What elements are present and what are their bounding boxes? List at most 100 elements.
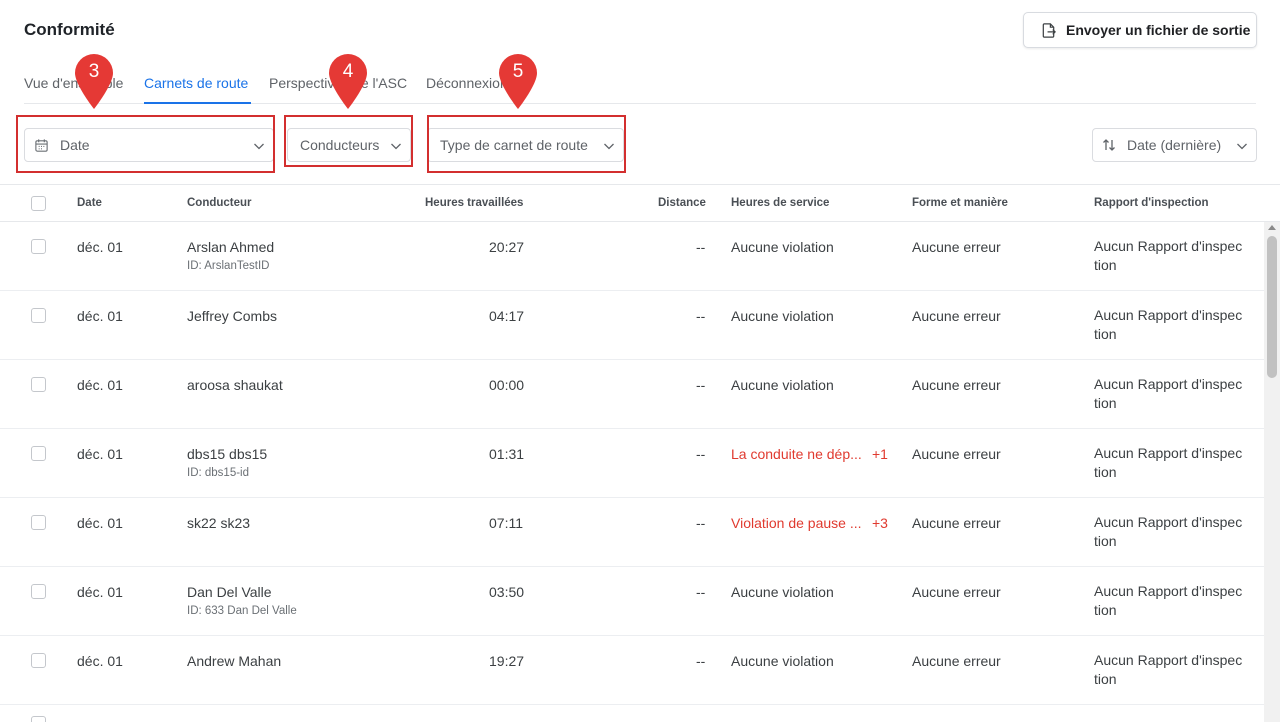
row-checkbox[interactable] <box>31 308 46 323</box>
table-row[interactable]: déc. 01 Andrew Mahan 19:27 -- Aucune vio… <box>0 636 1264 705</box>
row-form-status: Aucune erreur <box>912 377 1001 393</box>
table-row[interactable]: déc. 01 Arslan Ahmed ID: ArslanTestID 20… <box>0 222 1264 291</box>
row-distance: -- <box>696 515 706 531</box>
annotation-marker-5: 5 <box>496 52 540 110</box>
row-hours-worked: 04:17 <box>489 308 525 324</box>
annotation-box-drivers-filter <box>284 115 413 167</box>
column-header-form-manner[interactable]: Forme et manière <box>912 197 1008 209</box>
row-hours-worked: 00:00 <box>489 377 525 393</box>
row-driver[interactable]: sk22 sk23 <box>187 515 250 531</box>
row-checkbox[interactable] <box>31 653 46 668</box>
table-scrollbar[interactable] <box>1264 222 1280 722</box>
export-file-icon <box>1042 22 1056 38</box>
row-driver[interactable]: aroosa shaukat <box>187 377 283 393</box>
tab-bar: Vue d'ensemble Carnets de route Perspect… <box>24 64 1256 104</box>
row-form-status: Aucune erreur <box>912 239 1001 255</box>
scrollbar-thumb[interactable] <box>1267 236 1277 378</box>
row-hos-extra-count[interactable]: +3 <box>872 515 888 531</box>
row-form-status: Aucune erreur <box>912 446 1001 462</box>
table-row[interactable]: déc. 01 sk22 sk23 07:11 -- Violation de … <box>0 498 1264 567</box>
row-driver[interactable]: Andrew Mahan <box>187 653 281 669</box>
row-checkbox[interactable] <box>31 239 46 254</box>
row-checkbox[interactable] <box>31 377 46 392</box>
row-hos-status: Aucune violation <box>731 653 834 669</box>
column-header-inspection[interactable]: Rapport d'inspection <box>1094 197 1209 209</box>
row-driver[interactable]: Arslan Ahmed <box>187 239 274 255</box>
row-distance: -- <box>696 377 706 393</box>
row-distance: -- <box>696 446 706 462</box>
row-inspection: Aucun Rapport d'inspection <box>1094 307 1243 342</box>
row-date: déc. 01 <box>77 308 123 324</box>
sort-icon <box>1103 139 1115 151</box>
row-driver[interactable]: Jeffrey Combs <box>187 308 277 324</box>
table-row[interactable]: déc. 01 Dan Del Valle ID: 633 Dan Del Va… <box>0 567 1264 636</box>
annotation-box-date-filter <box>16 115 275 173</box>
export-button-label: Envoyer un fichier de sortie <box>1066 22 1251 38</box>
row-driver-id: ID: dbs15-id <box>187 467 250 479</box>
row-inspection: Aucun Rapport d'inspection <box>1094 238 1243 273</box>
row-hos-status: Aucune violation <box>731 239 834 255</box>
annotation-marker-3: 3 <box>72 52 116 110</box>
annotation-box-log-type-filter <box>427 115 626 173</box>
row-distance: -- <box>696 239 706 255</box>
row-distance: -- <box>696 653 706 669</box>
annotation-marker-number: 5 <box>512 61 524 82</box>
row-form-status: Aucune erreur <box>912 584 1001 600</box>
row-checkbox[interactable] <box>31 515 46 530</box>
column-header-hours-worked[interactable]: Heures travaillées <box>425 197 523 209</box>
table-row[interactable]: déc. 01 Jeffrey Combs 04:17 -- Aucune vi… <box>0 291 1264 360</box>
column-header-driver[interactable]: Conducteur <box>187 197 252 209</box>
active-tab-indicator <box>144 102 251 104</box>
row-inspection: Aucun Rapport d'inspection <box>1094 583 1243 618</box>
row-hours-worked: 03:50 <box>489 584 525 600</box>
row-distance: -- <box>696 308 706 324</box>
row-checkbox[interactable] <box>31 716 46 722</box>
row-hos-status: Aucune violation <box>731 584 834 600</box>
scroll-up-arrow-icon[interactable] <box>1268 225 1276 230</box>
row-driver-id: ID: 633 Dan Del Valle <box>187 605 297 617</box>
row-checkbox[interactable] <box>31 584 46 599</box>
row-hos-violation[interactable]: Violation de pause ... <box>731 515 862 531</box>
row-inspection: Aucun Rapport d'inspection <box>1094 376 1243 411</box>
row-hours-worked: 01:31 <box>489 446 525 462</box>
row-inspection: Aucun Rapport d'inspection <box>1094 445 1243 480</box>
row-date: déc. 01 <box>77 377 123 393</box>
annotation-marker-number: 4 <box>342 61 354 82</box>
annotation-marker-number: 3 <box>88 61 100 82</box>
row-hours-worked: 19:27 <box>489 653 525 669</box>
row-hos-status: Aucune violation <box>731 308 834 324</box>
row-distance: -- <box>696 584 706 600</box>
table-row[interactable]: déc. 01 aroosa shaukat 00:00 -- Aucune v… <box>0 360 1264 429</box>
column-header-distance[interactable]: Distance <box>658 197 706 209</box>
row-driver[interactable]: dbs15 dbs15 <box>187 446 267 462</box>
row-date: déc. 01 <box>77 239 123 255</box>
row-hours-worked: 20:27 <box>489 239 525 255</box>
chevron-down-icon <box>1237 143 1247 150</box>
tab-logbooks[interactable]: Carnets de route <box>144 75 248 91</box>
row-inspection: Aucun Rapport d'inspection <box>1094 514 1243 549</box>
row-date: déc. 01 <box>77 653 123 669</box>
row-date: déc. 01 <box>77 446 123 462</box>
row-form-status: Aucune erreur <box>912 515 1001 531</box>
table-row[interactable]: déc. 01 dbs15 dbs15 ID: dbs15-id 01:31 -… <box>0 429 1264 498</box>
row-driver[interactable]: Dan Del Valle <box>187 584 272 600</box>
row-form-status: Aucune erreur <box>912 308 1001 324</box>
row-driver-id: ID: ArslanTestID <box>187 260 270 272</box>
export-button[interactable]: Envoyer un fichier de sortie <box>1023 12 1257 48</box>
row-hours-worked: 07:11 <box>489 515 523 531</box>
row-checkbox[interactable] <box>31 446 46 461</box>
select-all-checkbox[interactable] <box>31 196 46 211</box>
row-hos-status: Aucune violation <box>731 377 834 393</box>
row-form-status: Aucune erreur <box>912 653 1001 669</box>
table-header: Date Conducteur Heures travaillées Dista… <box>0 184 1280 222</box>
annotation-marker-4: 4 <box>326 52 370 110</box>
row-hos-extra-count[interactable]: +1 <box>872 446 888 462</box>
row-date: déc. 01 <box>77 515 123 531</box>
row-inspection: Aucun Rapport d'inspection <box>1094 652 1243 687</box>
sort-dropdown[interactable]: Date (dernière) <box>1092 128 1257 162</box>
column-header-hours-of-service[interactable]: Heures de service <box>731 197 829 209</box>
sort-dropdown-label: Date (dernière) <box>1127 137 1222 153</box>
row-hos-violation[interactable]: La conduite ne dép... <box>731 446 862 462</box>
column-header-date[interactable]: Date <box>77 197 102 209</box>
page-title: Conformité <box>24 20 115 39</box>
